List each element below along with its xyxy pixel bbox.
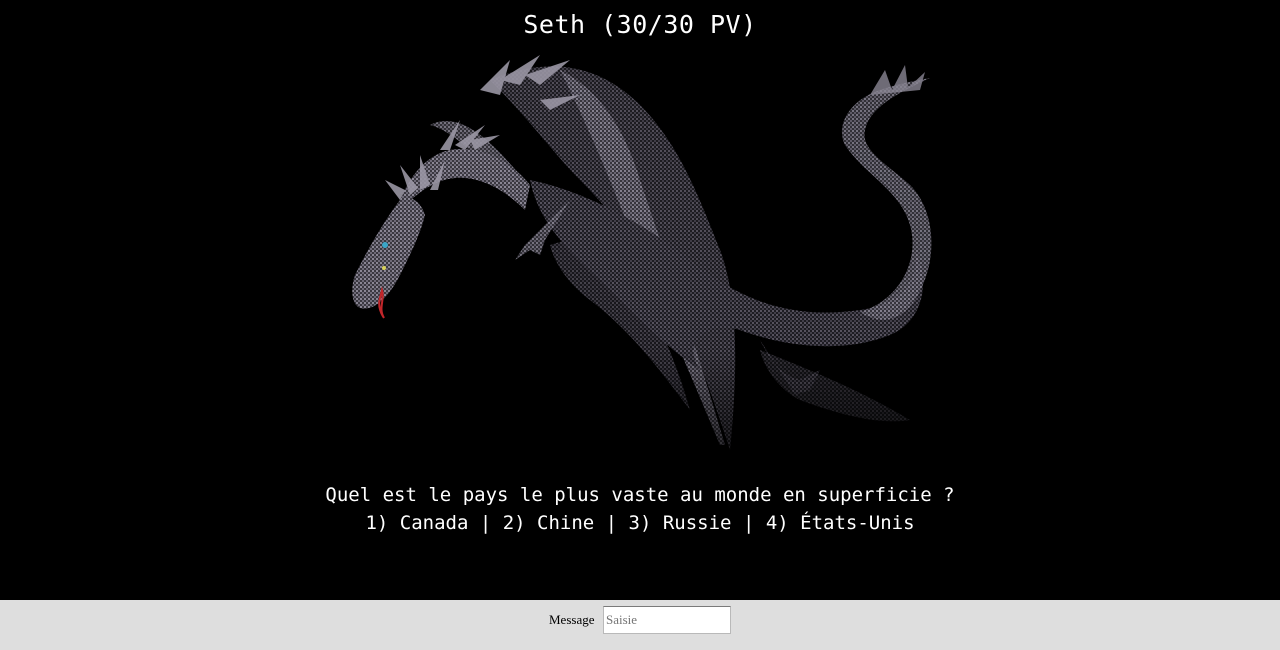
question-block: Quel est le pays le plus vaste au monde … bbox=[0, 481, 1280, 537]
question-text: Quel est le pays le plus vaste au monde … bbox=[325, 484, 955, 506]
message-input[interactable] bbox=[603, 606, 731, 634]
game-screen: Seth (30/30 PV) Quel est le pays le plus… bbox=[0, 0, 1280, 600]
message-label: Message bbox=[549, 612, 595, 627]
enemy-status-title: Seth (30/30 PV) bbox=[523, 10, 757, 39]
answer-options: 1) Canada | 2) Chine | 3) Russie | 4) Ét… bbox=[365, 512, 915, 534]
dragon-illustration bbox=[340, 55, 940, 460]
